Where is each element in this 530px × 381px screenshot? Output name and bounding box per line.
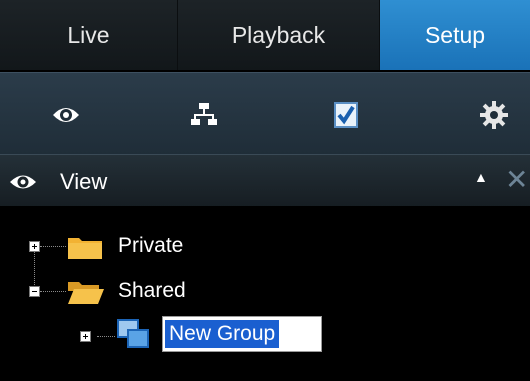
tree-connector	[97, 336, 115, 337]
eye-icon[interactable]	[50, 99, 82, 131]
collapse-shared-toggle[interactable]	[29, 286, 40, 297]
tree-connector	[34, 251, 35, 291]
open-folder-icon	[67, 279, 105, 310]
tree-node-shared[interactable]: Shared	[118, 279, 186, 303]
tree-connector	[40, 246, 66, 247]
network-icon[interactable]	[188, 99, 220, 131]
tab-live[interactable]: Live	[0, 0, 178, 70]
tab-playback[interactable]: Playback	[178, 0, 380, 70]
folder-icon	[67, 234, 103, 265]
rename-group-input[interactable]: New Group	[162, 316, 322, 352]
view-tree: Private Shared New Group	[0, 206, 530, 381]
expand-new-group-toggle[interactable]	[80, 331, 91, 342]
group-icon	[116, 318, 150, 355]
eye-icon	[8, 171, 38, 198]
tab-setup[interactable]: Setup	[380, 0, 530, 70]
checklist-document-icon[interactable]	[330, 99, 362, 131]
gear-icon[interactable]	[478, 99, 510, 131]
setup-toolbar	[0, 72, 530, 155]
close-icon[interactable]: ✕	[505, 163, 528, 196]
selected-text: New Group	[165, 320, 280, 348]
expand-private-toggle[interactable]	[29, 241, 40, 252]
view-pane-header: View ▲ ✕	[0, 154, 530, 207]
main-tab-bar: Live Playback Setup	[0, 0, 530, 70]
tree-connector	[40, 291, 66, 292]
tree-node-private[interactable]: Private	[118, 234, 183, 258]
collapse-arrow-icon[interactable]: ▲	[474, 169, 488, 185]
pane-title: View	[60, 169, 108, 194]
